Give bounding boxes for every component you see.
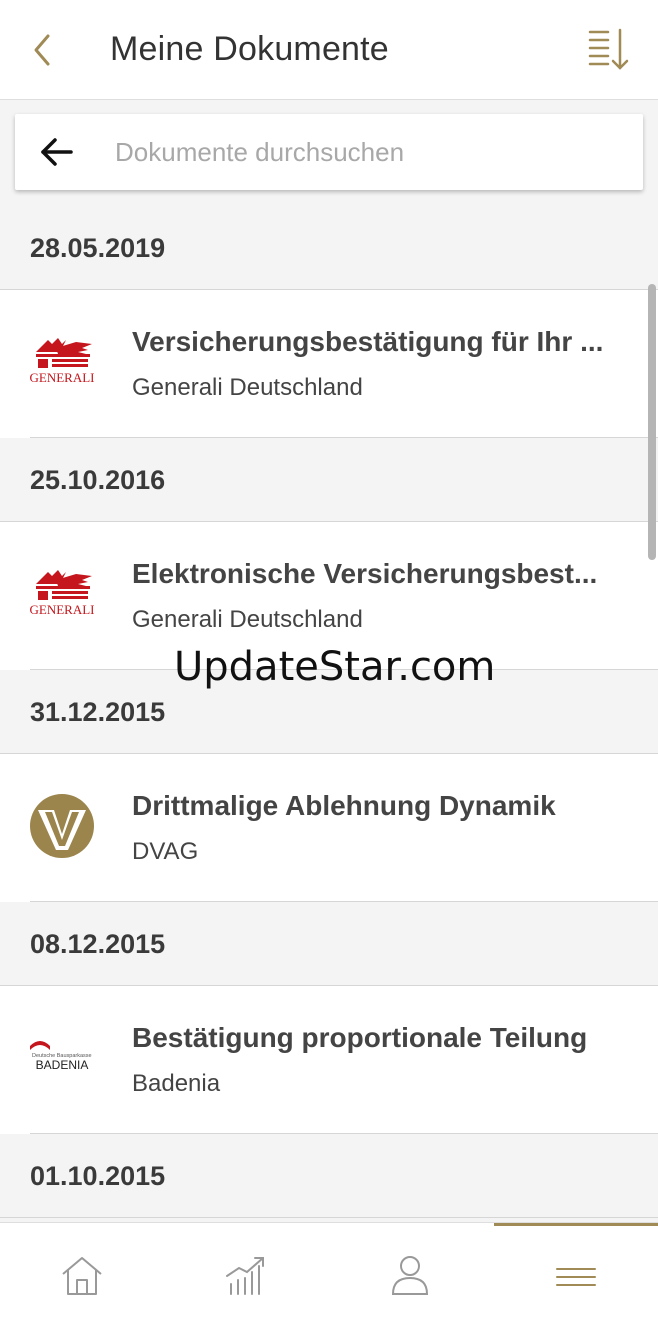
date-header: 01.10.2015 [0,1134,658,1218]
generali-logo: GENERALI [30,338,95,385]
app-header: Meine Dokumente [0,0,658,100]
date-header: 08.12.2015 [0,902,658,986]
document-title: Drittmalige Ablehnung Dynamik [132,790,556,821]
document-issuer: Badenia [132,1070,221,1097]
generali-logo: GENERALI [30,570,95,617]
chevron-left-icon[interactable] [26,28,60,72]
list-item[interactable]: Deutsche Bausparkasse BADENIA Bestätigun… [0,986,658,1134]
svg-text:BADENIA: BADENIA [36,1058,89,1072]
sort-list-icon[interactable] [586,26,634,74]
user-icon [391,1256,429,1295]
search-input[interactable] [115,132,625,172]
menu-icon [556,1267,596,1286]
tab-home[interactable] [0,1223,164,1327]
chart-icon [226,1257,264,1295]
document-list: 28.05.2019 GENERALI Versicherungsbestäti… [0,206,658,1218]
document-issuer: Generali Deutschland [132,606,363,633]
badenia-logo: Deutsche Bausparkasse BADENIA [30,1041,92,1072]
date-header: 25.10.2016 [0,438,658,522]
document-issuer: Generali Deutschland [132,374,363,401]
svg-text:GENERALI: GENERALI [30,370,95,385]
list-item[interactable]: Drittmalige Ablehnung Dynamik DVAG [0,754,658,902]
home-icon [62,1257,102,1295]
search-bar [15,114,643,190]
document-issuer: DVAG [132,838,199,865]
date-header: 28.05.2019 [0,206,658,290]
scrollbar[interactable] [648,284,656,560]
bottom-tab-bar [0,1222,658,1327]
document-title: Versicherungsbestätigung für Ihr ... [132,326,604,357]
svg-text:GENERALI: GENERALI [30,602,95,617]
document-title: Elektronische Versicherungsbest... [132,558,598,589]
tab-profile[interactable] [328,1223,492,1327]
dvag-logo [30,794,94,858]
tab-finance[interactable] [164,1223,328,1327]
watermark: UpdateStar.com [174,644,496,690]
page-title: Meine Dokumente [110,30,389,68]
document-title: Bestätigung proportionale Teilung [132,1022,588,1053]
tab-menu[interactable] [494,1223,658,1327]
list-item[interactable]: GENERALI Versicherungsbestätigung für Ih… [0,290,658,438]
arrow-left-icon[interactable] [37,132,77,172]
